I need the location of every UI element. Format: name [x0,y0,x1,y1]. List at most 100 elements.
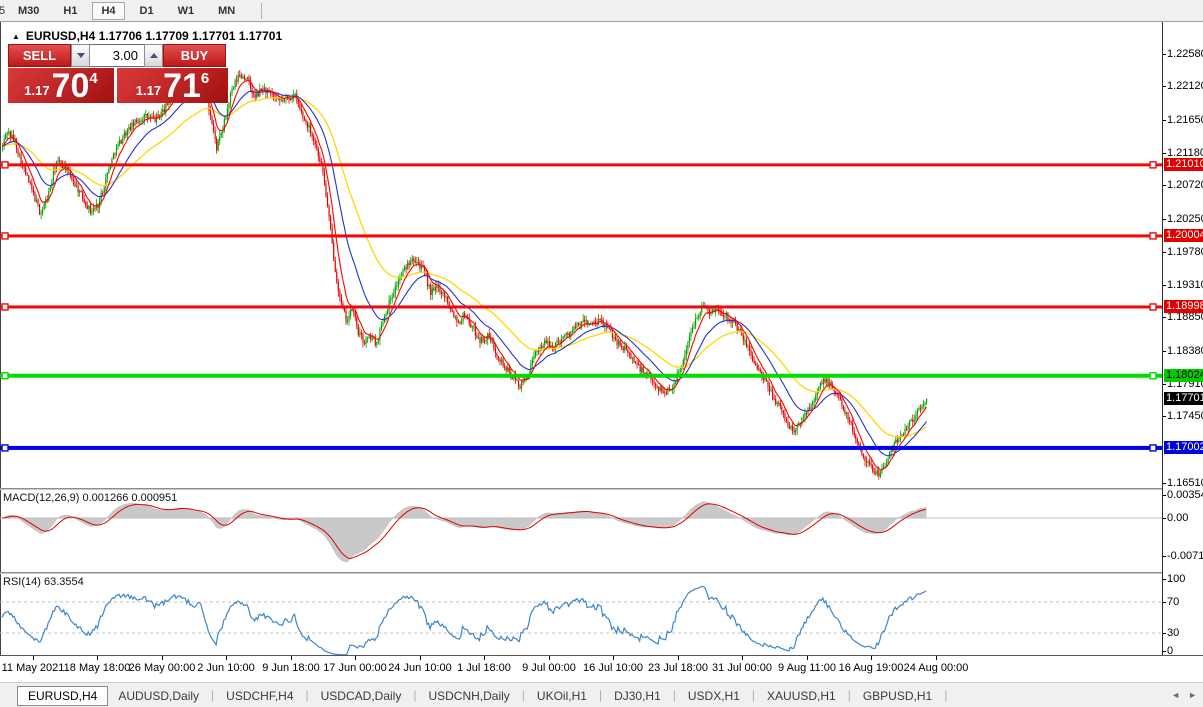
chart-tab-ukoil-h1[interactable]: UKOil,H1 [527,687,597,705]
timeframe-button-m30[interactable]: M30 [9,2,48,20]
chart-tab-usdcad-daily[interactable]: USDCAD,Daily [311,687,412,705]
buy-button[interactable]: BUY [163,44,226,67]
chart-tab-usdcnh-daily[interactable]: USDCNH,Daily [418,687,519,705]
chart-tab-usdchf-h4[interactable]: USDCHF,H4 [216,687,303,705]
time-tick-label: 1 Jul 18:00 [457,662,511,674]
time-tick [33,656,34,660]
rsi-axis-label: 70 [1167,596,1179,609]
timeframe-button-h1[interactable]: H1 [54,2,86,20]
sell-price-box[interactable]: 1.17 70 4 [8,68,114,103]
time-tick-label: 31 Jul 00:00 [712,662,772,674]
price-tick-label: 1.16510 [1167,477,1203,490]
level-price-label: 1.17002 [1164,441,1203,454]
level-price-label: 1.18998 [1164,300,1203,313]
price-tick-label: 1.22580 [1167,48,1203,61]
axis-tick [1163,351,1166,352]
sell-button[interactable]: SELL [8,44,71,67]
macd-indicator-panel: MACD(12,26,9) 0.001266 0.000951 [0,490,1162,572]
macd-axis-label: 0.003547 [1167,489,1203,502]
buy-price-box[interactable]: 1.17 71 6 [117,68,228,103]
rsi-chart [0,574,1162,655]
time-tick-label: 9 Jun 18:00 [262,662,320,674]
time-tick-label: 17 Jun 00:00 [323,662,387,674]
lot-increase-button[interactable] [144,44,163,67]
axis-tick [1163,579,1166,580]
level-price-label: 1.21010 [1164,158,1203,171]
chart-tab-gbpusd-h1[interactable]: GBPUSD,H1 [853,687,942,705]
axis-tick [1163,219,1166,220]
time-tick [549,656,550,660]
axis-tick [1163,54,1166,55]
tab-divider: | [752,688,755,702]
price-tick-label: 1.22120 [1167,80,1203,93]
time-tick-label: 24 Aug 00:00 [904,662,969,674]
time-tick-label: 9 Jul 00:00 [522,662,576,674]
axis-tick [1163,384,1166,385]
time-tick [742,656,743,660]
tab-scroll-arrows: ◄ ► [1171,690,1197,700]
tab-divider: | [848,688,851,702]
tab-scroll-right-icon[interactable]: ► [1188,690,1197,700]
time-tick [678,656,679,660]
chart-tab-dj30-h1[interactable]: DJ30,H1 [604,687,671,705]
axis-tick [1163,556,1166,557]
chart-tab-usdx-h1[interactable]: USDX,H1 [678,687,750,705]
time-tick [355,656,356,660]
tab-divider: | [673,688,676,702]
timeframe-button-d1[interactable]: D1 [131,2,163,20]
axis-tick [1163,495,1166,496]
price-tick-label: 1.21650 [1167,114,1203,127]
tab-divider: | [306,688,309,702]
toolbar-separator [261,3,262,19]
macd-axis-label: 0.00 [1167,512,1188,525]
sell-price-main: 70 [52,71,90,101]
tab-divider: | [413,688,416,702]
rsi-indicator-panel: RSI(14) 63.3554 [0,574,1162,655]
axis-tick [1163,252,1166,253]
buy-price-prefix: 1.17 [136,83,161,98]
time-tick [226,656,227,660]
price-tick-label: 1.17450 [1167,410,1203,423]
axis-tick [1163,120,1166,121]
axis-tick [1163,602,1166,603]
tab-scroll-left-icon[interactable]: ◄ [1171,690,1180,700]
axis-tick [1163,633,1166,634]
timeframe-button-h4[interactable]: H4 [92,2,124,20]
buy-price-pip: 6 [201,70,209,87]
timeframe-button-mn[interactable]: MN [209,2,244,20]
chart-tab-audusd-daily[interactable]: AUDUSD,Daily [108,687,209,705]
axis-tick [1163,153,1166,154]
time-tick [613,656,614,660]
tab-divider: | [944,688,947,702]
time-tick-label: 16 Aug 19:00 [839,662,904,674]
axis-tick [1163,285,1166,286]
tab-divider: | [599,688,602,702]
lot-size-input[interactable] [90,44,144,67]
timeframe-toolbar: 5 M30H1H4D1W1MN [0,0,1203,22]
time-tick [291,656,292,660]
axis-tick [1163,483,1166,484]
rsi-label: RSI(14) 63.3554 [3,576,84,588]
collapse-panel-icon[interactable]: ▲ [12,32,20,41]
chart-tab-xauusd-h1[interactable]: XAUUSD,H1 [757,687,846,705]
price-tick-label: 1.19310 [1167,279,1203,292]
time-tick-label: 16 Jul 10:00 [583,662,643,674]
time-tick [420,656,421,660]
timeframe-button-w1[interactable]: W1 [169,2,204,20]
main-chart-panel[interactable]: ▲EURUSD,H4 1.17706 1.17709 1.17701 1.177… [0,22,1162,488]
chart-tabs: EURUSD,H4AUDUSD,Daily|USDCHF,H4|USDCAD,D… [0,685,949,706]
chart-tab-eurusd-h4[interactable]: EURUSD,H4 [17,686,108,706]
price-tick-label: 1.18380 [1167,345,1203,358]
price-tick-label: 1.19780 [1167,246,1203,259]
lot-decrease-button[interactable] [71,44,90,67]
tab-divider: | [211,688,214,702]
time-tick-label: 24 Jun 10:00 [388,662,452,674]
mt4-terminal-window: { "toolbar": { "partial_left": "5", "tim… [0,0,1203,706]
time-tick-label: 11 May 2021 [2,662,65,674]
chart-title: ▲EURUSD,H4 1.17706 1.17709 1.17701 1.177… [12,29,282,43]
tab-divider: | [522,688,525,702]
axis-tick [1163,185,1166,186]
one-click-trading-panel: SELL BUY 1.17 70 4 1.17 71 6 [8,44,228,103]
time-tick [936,656,937,660]
timeframe-buttons: M30 H1 H4 D1 W1 MN [6,5,247,17]
